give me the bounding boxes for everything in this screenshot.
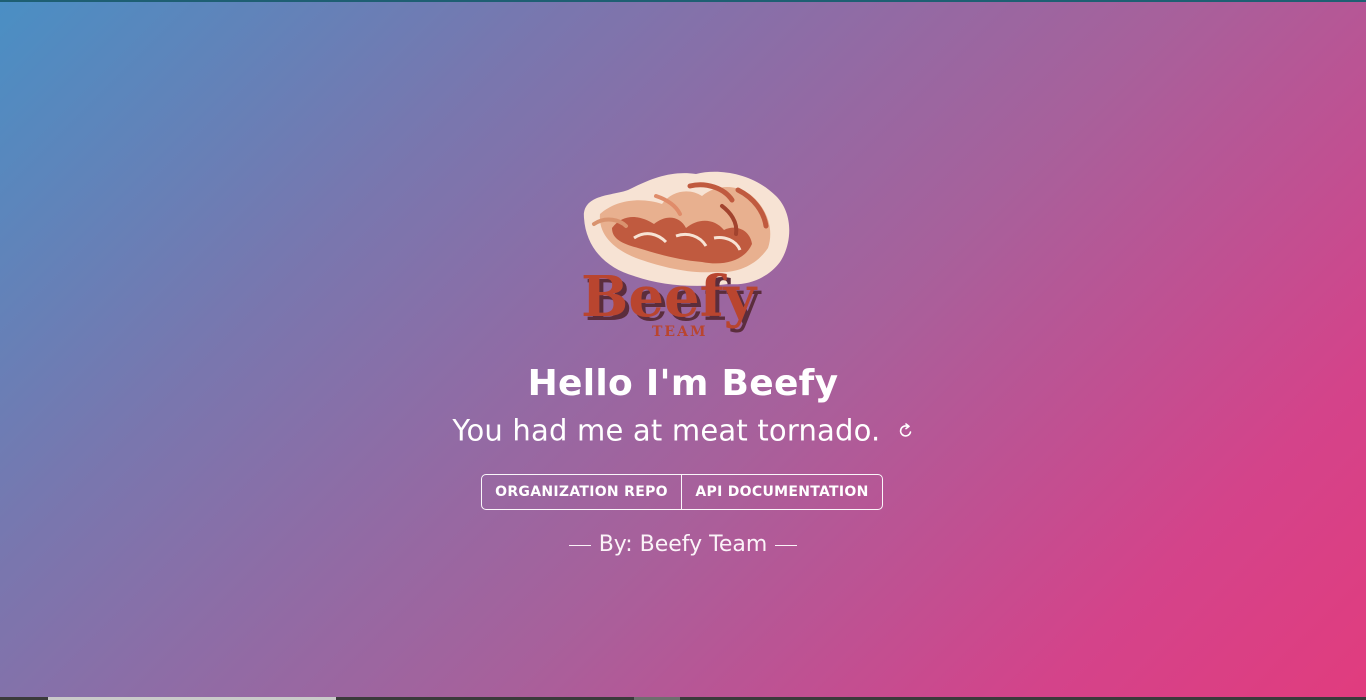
tagline-text: You had me at meat tornado.: [452, 413, 881, 448]
byline-dash-left: [568, 544, 591, 546]
page-title: Hello I'm Beefy: [527, 363, 839, 404]
hero-section: Beefy Beefy TEAM Hello I'm Beefy You had…: [0, 0, 1366, 700]
beefy-team-logo: Beefy Beefy TEAM: [581, 171, 790, 340]
api-documentation-button[interactable]: API DOCUMENTATION: [682, 475, 882, 509]
byline: By: Beefy Team: [0, 530, 1366, 560]
byline-text: By: Beefy Team: [598, 532, 768, 557]
logo-wordmark: Beefy: [581, 264, 758, 330]
organization-repo-button[interactable]: ORGANIZATION REPO: [482, 475, 682, 509]
link-button-group: ORGANIZATION REPO API DOCUMENTATION: [481, 474, 883, 510]
refresh-icon[interactable]: [898, 422, 914, 439]
logo-subtitle: TEAM: [652, 324, 707, 340]
byline-dash-right: [775, 544, 798, 546]
tagline-row: You had me at meat tornado.: [0, 410, 1366, 451]
